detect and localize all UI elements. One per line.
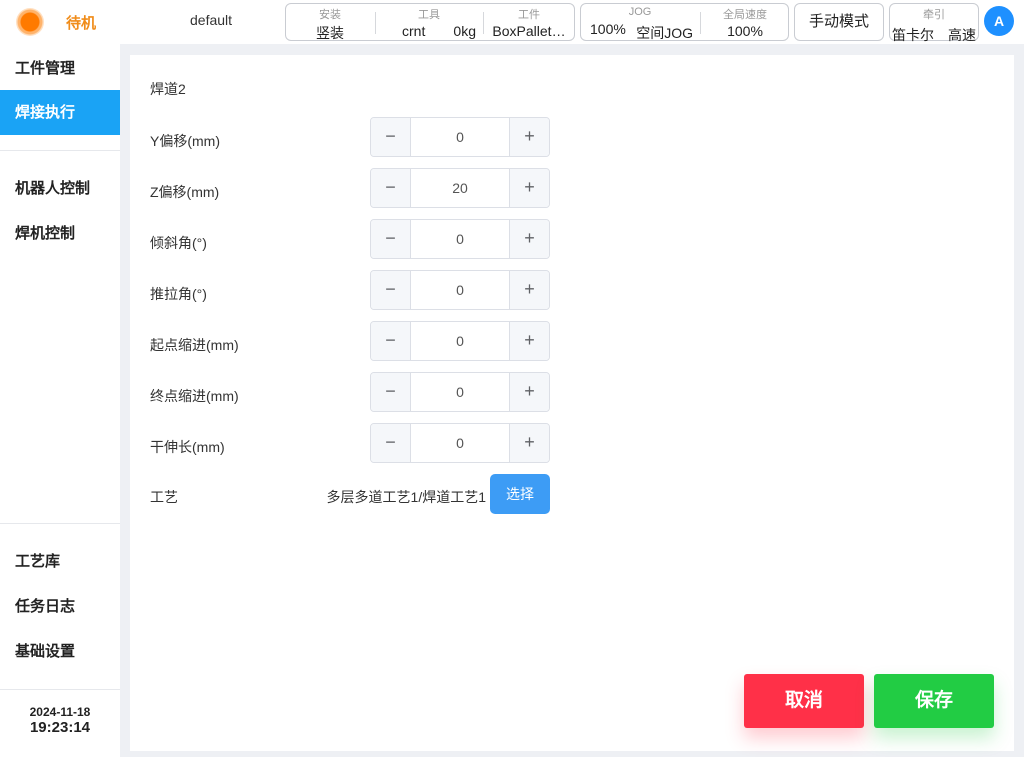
decrement-button[interactable]: − (371, 118, 411, 156)
increment-button[interactable]: + (509, 220, 549, 258)
y-offset-input[interactable]: 0 (411, 118, 509, 156)
z-offset-stepper[interactable]: − 20 + (370, 168, 550, 208)
increment-button[interactable]: + (509, 373, 549, 411)
page-title: 焊道2 (150, 81, 186, 97)
push-pull-angle-stepper[interactable]: − 0 + (370, 270, 550, 310)
end-indent-stepper[interactable]: − 0 + (370, 372, 550, 412)
field-label-tilt-angle: 倾斜角(°) (150, 235, 207, 251)
tilt-angle-stepper[interactable]: − 0 + (370, 219, 550, 259)
sidebar: 工件管理 焊接执行 机器人控制 焊机控制 工艺库 任务日志 基础设置 2024-… (0, 44, 120, 757)
sidebar-divider (0, 523, 120, 524)
field-label-end-indent: 终点缩进(mm) (150, 388, 239, 404)
increment-button[interactable]: + (509, 424, 549, 462)
field-label-push-pull-angle: 推拉角(°) (150, 286, 207, 302)
weld-parameters-panel: 焊道2 Y偏移(mm) − 0 + Z偏移(mm) − 20 + 倾斜角(°) … (130, 55, 1014, 751)
increment-button[interactable]: + (509, 118, 549, 156)
end-indent-input[interactable]: 0 (411, 373, 509, 411)
jog-cell[interactable]: JOG 100% 空间JOG (581, 4, 699, 41)
manual-mode-button[interactable]: 手动模式 (794, 3, 884, 41)
speed-panel[interactable]: JOG 100% 空间JOG 全局速度 100% (580, 3, 789, 41)
tool-weight: 0kg (453, 23, 476, 39)
robot-status: 待机 (66, 15, 97, 32)
sidebar-divider (0, 150, 120, 151)
sidebar-divider (0, 689, 120, 690)
profile-name[interactable]: default (190, 12, 232, 28)
tilt-angle-input[interactable]: 0 (411, 220, 509, 258)
increment-button[interactable]: + (509, 322, 549, 360)
start-indent-input[interactable]: 0 (411, 322, 509, 360)
traction-speed: 高速 (948, 27, 976, 43)
decrement-button[interactable]: − (371, 424, 411, 462)
sidebar-item-task-log[interactable]: 任务日志 (0, 584, 120, 629)
decrement-button[interactable]: − (371, 322, 411, 360)
traction-panel[interactable]: 牵引 笛卡尔 高速 (889, 3, 979, 43)
global-speed-value: 100% (727, 23, 763, 39)
status-indicator-icon (16, 8, 44, 36)
tool-cell[interactable]: 工具 crnt 0kg (376, 4, 482, 40)
top-bar: 待机 default 安装 竖装 工具 crnt 0kg 工件 BoxPalle… (0, 0, 1024, 44)
install-value: 竖装 (316, 25, 344, 41)
increment-button[interactable]: + (509, 169, 549, 207)
workpiece-cell[interactable]: 工件 BoxPallet… (484, 4, 574, 40)
clock-time: 19:23:14 (29, 719, 91, 736)
workpiece-value: BoxPallet… (492, 23, 566, 39)
sidebar-item-workpiece-management[interactable]: 工件管理 (0, 46, 120, 91)
stickout-input[interactable]: 0 (411, 424, 509, 462)
select-process-button[interactable]: 选择 (490, 474, 550, 514)
save-button[interactable]: 保存 (874, 674, 994, 728)
start-indent-stepper[interactable]: − 0 + (370, 321, 550, 361)
stickout-stepper[interactable]: − 0 + (370, 423, 550, 463)
field-label-stickout: 干伸长(mm) (150, 439, 225, 455)
sidebar-item-basic-settings[interactable]: 基础设置 (0, 629, 120, 674)
z-offset-input[interactable]: 20 (411, 169, 509, 207)
sidebar-item-welder-control[interactable]: 焊机控制 (0, 211, 120, 256)
workpiece-caption: 工件 (518, 9, 540, 21)
config-panel[interactable]: 安装 竖装 工具 crnt 0kg 工件 BoxPallet… (285, 3, 575, 41)
decrement-button[interactable]: − (371, 169, 411, 207)
field-label-z-offset: Z偏移(mm) (150, 184, 220, 200)
clock-date: 2024-11-18 (29, 705, 91, 719)
traction-caption: 牵引 (923, 9, 945, 21)
field-label-process: 工艺 (150, 489, 178, 505)
tool-caption: 工具 (418, 9, 440, 21)
global-speed-cell[interactable]: 全局速度 100% (701, 4, 789, 40)
install-caption: 安装 (319, 9, 341, 21)
increment-button[interactable]: + (509, 271, 549, 309)
process-value: 多层多道工艺1/焊道工艺1 (326, 489, 486, 505)
avatar[interactable]: A (984, 6, 1014, 36)
decrement-button[interactable]: − (371, 271, 411, 309)
traction-cell[interactable]: 牵引 笛卡尔 高速 (890, 4, 978, 43)
push-pull-angle-input[interactable]: 0 (411, 271, 509, 309)
global-speed-caption: 全局速度 (723, 9, 767, 21)
install-cell[interactable]: 安装 竖装 (286, 4, 374, 41)
decrement-button[interactable]: − (371, 220, 411, 258)
field-label-y-offset: Y偏移(mm) (150, 133, 220, 149)
cancel-button[interactable]: 取消 (744, 674, 864, 728)
jog-mode: 空间JOG (636, 25, 693, 41)
y-offset-stepper[interactable]: − 0 + (370, 117, 550, 157)
field-label-start-indent: 起点缩进(mm) (150, 337, 239, 353)
jog-caption: JOG (628, 6, 652, 18)
sidebar-item-welding-execution[interactable]: 焊接执行 (0, 90, 120, 135)
decrement-button[interactable]: − (371, 373, 411, 411)
sidebar-item-process-library[interactable]: 工艺库 (0, 539, 120, 584)
sidebar-item-robot-control[interactable]: 机器人控制 (0, 166, 120, 211)
